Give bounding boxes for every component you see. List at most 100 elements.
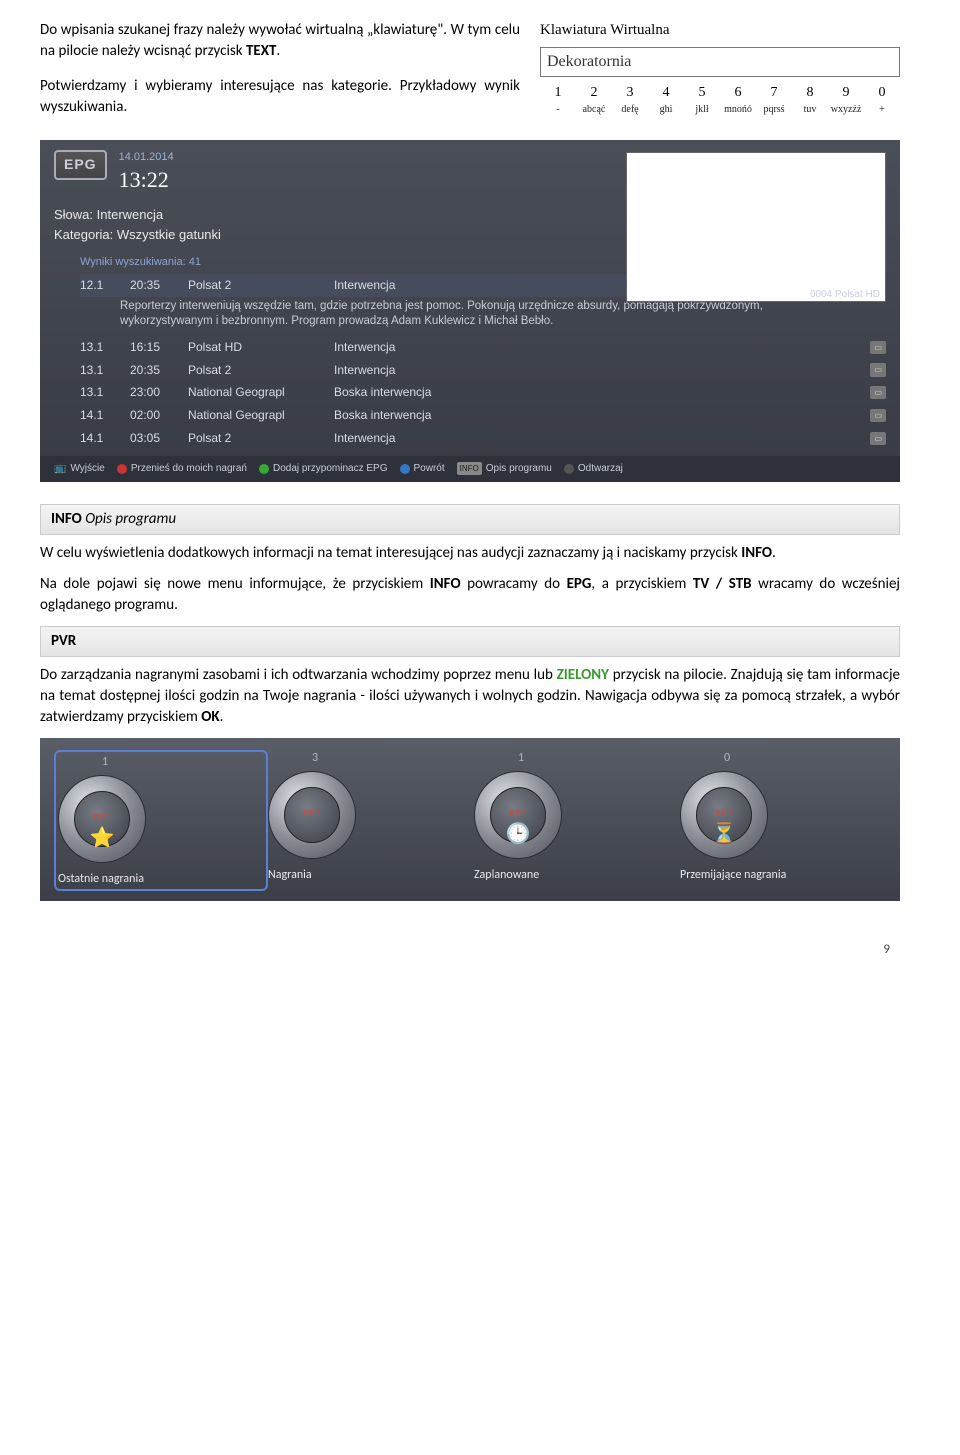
text-bold: EPG (567, 575, 592, 593)
text: . (276, 42, 280, 60)
vk-key[interactable]: 0 (864, 83, 900, 103)
pvr-item-ostatnie[interactable]: 1 REC ⭐ Ostatnie nagrania (54, 750, 268, 892)
epg-screenshot: EPG 14.01.2014 13:22 0004 Polsat HD Słow… (40, 140, 900, 482)
vk-key[interactable]: 3 (612, 83, 648, 103)
vk-key[interactable]: ghi (648, 103, 684, 117)
pvr-label: Zaplanowane (474, 867, 680, 884)
text: powracamy do (461, 575, 567, 593)
footer-item[interactable]: Powrót (400, 462, 445, 476)
vk-key[interactable]: tuv (792, 103, 828, 117)
epg-channel-label: 0004 Polsat HD (810, 288, 880, 302)
vk-key[interactable]: jklł (684, 103, 720, 117)
text-bold: INFO (741, 544, 772, 562)
vk-row-letters[interactable]: - abcąć defę ghi jklł mnońó pqrsś tuv wx… (540, 103, 900, 117)
text: Do zarządzania nagranymi zasobami i ich … (40, 666, 557, 684)
value: Interwencja (97, 207, 163, 222)
vk-key[interactable]: - (540, 103, 576, 117)
pvr-count: 1 (102, 754, 264, 771)
text: Powrót (414, 462, 445, 476)
footer-item[interactable]: Przenieś do moich nagrań (117, 462, 247, 476)
text: Opis programu (486, 462, 552, 476)
footer-item[interactable]: INFOOpis programu (457, 462, 552, 476)
footer-item[interactable]: Dodaj przypominacz EPG (259, 462, 388, 476)
cell: 23:00 (130, 384, 172, 401)
red-dot-icon (117, 464, 127, 474)
cell: Boska interwencja (334, 407, 854, 424)
epg-time: 13:22 (119, 165, 174, 196)
vk-key[interactable]: 5 (684, 83, 720, 103)
vk-key[interactable]: + (864, 103, 900, 117)
vk-key[interactable]: 8 (792, 83, 828, 103)
pvr-label: Ostatnie nagrania (58, 871, 264, 888)
pvr-item-nagrania[interactable]: 3 REC Nagrania (268, 750, 474, 892)
cell: Interwencja (334, 362, 854, 379)
cell: Polsat 2 (188, 430, 318, 447)
cell: 13.1 (80, 384, 114, 401)
vk-key[interactable]: defę (612, 103, 648, 117)
text: W celu wyświetlenia dodatkowych informac… (40, 544, 741, 562)
epg-preview (626, 152, 886, 302)
text-bold: TEXT (246, 42, 276, 60)
pvr-icons-screenshot: 1 REC ⭐ Ostatnie nagrania 3 REC Nagrania… (40, 738, 900, 902)
vk-key[interactable]: 1 (540, 83, 576, 103)
disc-icon: REC ⏳ (680, 771, 768, 859)
text: Dodaj przypominacz EPG (273, 462, 388, 476)
footer-item[interactable]: Odtwarzaj (564, 462, 623, 476)
cell: 20:35 (130, 277, 172, 294)
cell: Polsat HD (188, 339, 318, 356)
footer-item[interactable]: 📺Wyjście (54, 462, 105, 476)
text-bold: INFO (430, 575, 461, 593)
vk-row-digits[interactable]: 1 2 3 4 5 6 7 8 9 0 (540, 83, 900, 103)
section-header-pvr: PVR (40, 626, 900, 657)
epg-date: 14.01.2014 (119, 150, 174, 165)
epg-row[interactable]: 14.1 03:05 Polsat 2 Interwencja ▭ (80, 427, 886, 450)
text: Przenieś do moich nagrań (131, 462, 247, 476)
cell: Polsat 2 (188, 277, 318, 294)
vk-key[interactable]: mnońó (720, 103, 756, 117)
epg-row[interactable]: 13.1 16:15 Polsat HD Interwencja ▭ (80, 336, 886, 359)
cell: Polsat 2 (188, 362, 318, 379)
badge-icon: ▭ (870, 363, 886, 376)
pvr-label: Przemijające nagrania (680, 867, 886, 884)
pvr-item-przemijajace[interactable]: 0 REC ⏳ Przemijające nagrania (680, 750, 886, 892)
pvr-p1: Do zarządzania nagranymi zasobami i ich … (40, 665, 900, 728)
text-bold: PVR (51, 632, 76, 650)
vk-key[interactable]: 7 (756, 83, 792, 103)
vk-key[interactable]: 4 (648, 83, 684, 103)
rec-label: REC (303, 808, 320, 821)
star-icon: ⭐ (90, 824, 115, 852)
badge-icon: ▭ (870, 409, 886, 422)
intro-p1: Do wpisania szukanej frazy należy wywoła… (40, 20, 520, 62)
epg-row[interactable]: 13.1 23:00 National Geograpl Boska inter… (80, 381, 886, 404)
label: Kategoria: (54, 227, 113, 242)
cell: Interwencja (334, 430, 854, 447)
cell: Boska interwencja (334, 384, 854, 401)
vk-key[interactable]: 6 (720, 83, 756, 103)
vk-input[interactable]: Dekoratornia (540, 47, 900, 77)
vk-key[interactable]: wxyzźż (828, 103, 864, 117)
section-header-info: INFO Opis programu (40, 504, 900, 535)
pvr-item-zaplanowane[interactable]: 1 REC 🕒 Zaplanowane (474, 750, 680, 892)
vk-key[interactable]: 9 (828, 83, 864, 103)
text: . (772, 544, 776, 562)
vk-key[interactable]: pqrsś (756, 103, 792, 117)
play-dot-icon (564, 464, 574, 474)
badge-icon: ▭ (870, 432, 886, 445)
epg-row[interactable]: 14.1 02:00 National Geograpl Boska inter… (80, 404, 886, 427)
virtual-keyboard: Klawiatura Wirtualna Dekoratornia 1 2 3 … (540, 20, 900, 132)
text: , a przyciskiem (591, 575, 693, 593)
epg-row[interactable]: 13.1 20:35 Polsat 2 Interwencja ▭ (80, 359, 886, 382)
vk-key[interactable]: abcąć (576, 103, 612, 117)
pvr-count: 0 (724, 750, 886, 767)
pvr-count: 3 (312, 750, 474, 767)
disc-icon: REC (268, 771, 356, 859)
vk-key[interactable]: 2 (576, 83, 612, 103)
text: . (220, 708, 224, 726)
badge-icon: ▭ (870, 341, 886, 354)
text-bold: INFO (51, 510, 85, 528)
cell: 20:35 (130, 362, 172, 379)
cell: 14.1 (80, 407, 114, 424)
hourglass-icon: ⏳ (712, 820, 737, 848)
green-dot-icon (259, 464, 269, 474)
cell: 12.1 (80, 277, 114, 294)
